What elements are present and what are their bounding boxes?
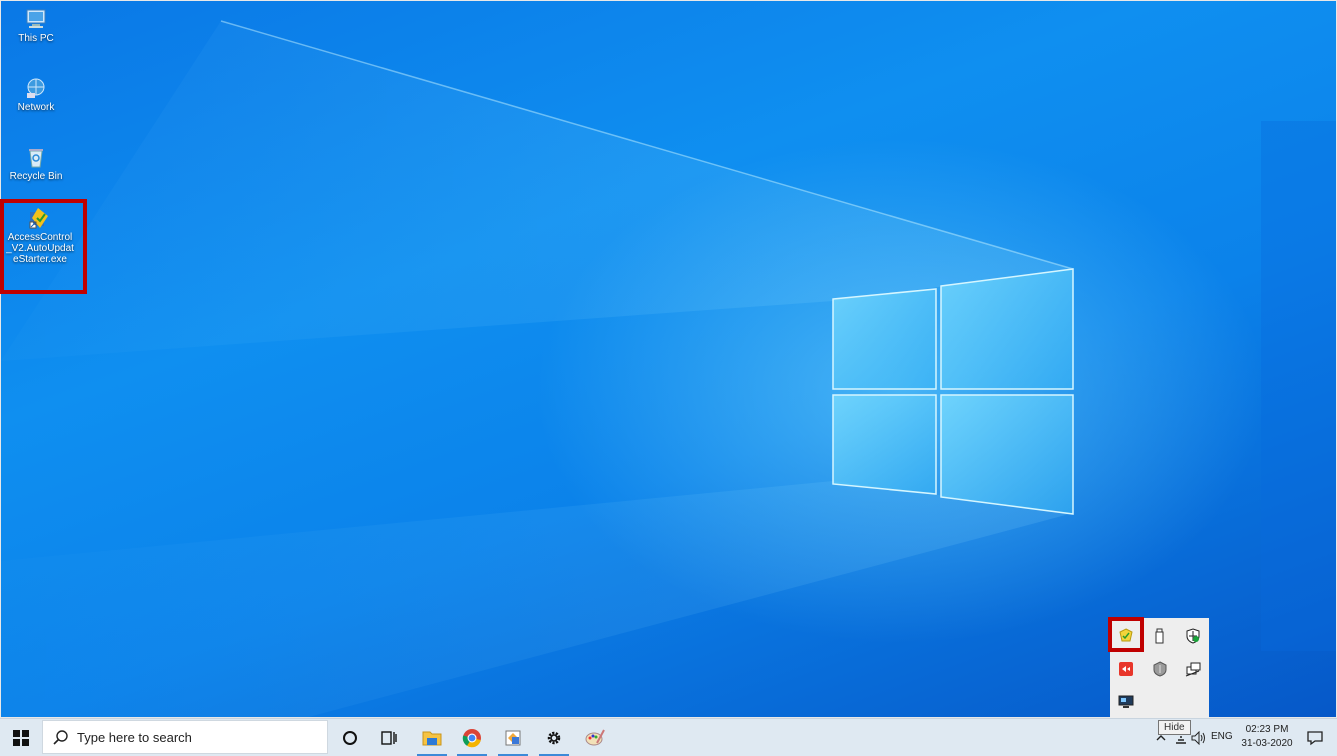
tray-icon-usb[interactable]: [1147, 623, 1173, 649]
windows-logo-icon: [13, 729, 29, 746]
shield-icon: [1153, 661, 1167, 677]
tray-icon-security[interactable]: [1147, 656, 1173, 682]
hide-tooltip: Hide: [1158, 720, 1191, 735]
task-view-button[interactable]: [371, 719, 407, 756]
taskbar-app-installer[interactable]: [494, 719, 532, 756]
desktop-icon-label: Network: [17, 102, 55, 113]
volume-button[interactable]: [1189, 719, 1209, 756]
start-button[interactable]: [0, 719, 42, 756]
desktop-icon-label: This PC: [18, 33, 54, 44]
search-input[interactable]: Type here to search: [42, 720, 328, 754]
action-center-button[interactable]: [1300, 719, 1330, 756]
notification-icon: [1307, 730, 1323, 745]
taskbar-app-paint[interactable]: [576, 719, 614, 756]
search-placeholder: Type here to search: [77, 729, 192, 745]
search-icon: [53, 730, 68, 745]
desktop-icon-this-pc[interactable]: This PC: [1, 7, 73, 44]
cortana-icon: [343, 730, 357, 745]
tray-icon-remote[interactable]: [1113, 656, 1139, 682]
cortana-button[interactable]: [332, 719, 368, 756]
monitor-icon: [1118, 695, 1134, 708]
desktop-icon-network[interactable]: Network: [1, 76, 73, 113]
windows-security-icon: [1186, 628, 1200, 644]
paint-icon: [585, 729, 605, 745]
folder-icon: [422, 731, 442, 745]
clock-date: 31-03-2020: [1241, 738, 1293, 749]
tray-icon-network-share[interactable]: [1180, 656, 1206, 682]
task-view-icon: [381, 730, 397, 745]
desktop-wallpaper[interactable]: This PC Network Recycle Bin AccessContro…: [0, 0, 1337, 718]
taskbar-app-settings[interactable]: [535, 719, 573, 756]
network-share-icon: [1185, 662, 1201, 677]
remote-app-icon: [1119, 662, 1133, 676]
chrome-icon: [462, 728, 481, 747]
network-icon: [27, 78, 45, 98]
tray-icon-display[interactable]: [1113, 689, 1139, 715]
highlight-desktop-icon: [0, 199, 87, 294]
taskbar-app-file-explorer[interactable]: [413, 719, 451, 756]
desktop-icon-label: Recycle Bin: [9, 171, 63, 182]
recycle-bin-icon: [29, 149, 43, 168]
usb-drive-icon: [1155, 628, 1164, 644]
clock[interactable]: 02:23 PM 31-03-2020: [1238, 723, 1296, 751]
highlight-tray-icon: [1108, 617, 1144, 652]
clock-time: 02:23 PM: [1245, 724, 1289, 735]
input-language-indicator[interactable]: ENG: [1211, 731, 1233, 742]
desktop-icon-recycle-bin[interactable]: Recycle Bin: [1, 145, 73, 182]
tray-icon-windows-security[interactable]: [1180, 623, 1206, 649]
taskbar-app-chrome[interactable]: [453, 719, 491, 756]
wallpaper-art: [1, 20, 1336, 717]
gear-icon: [547, 731, 561, 744]
speaker-icon: [1191, 730, 1205, 745]
computer-icon: [26, 9, 46, 28]
taskbar: Type here to search ENG 02:23 PM 31-03-2…: [0, 718, 1337, 756]
app-installer-icon: [505, 730, 521, 745]
